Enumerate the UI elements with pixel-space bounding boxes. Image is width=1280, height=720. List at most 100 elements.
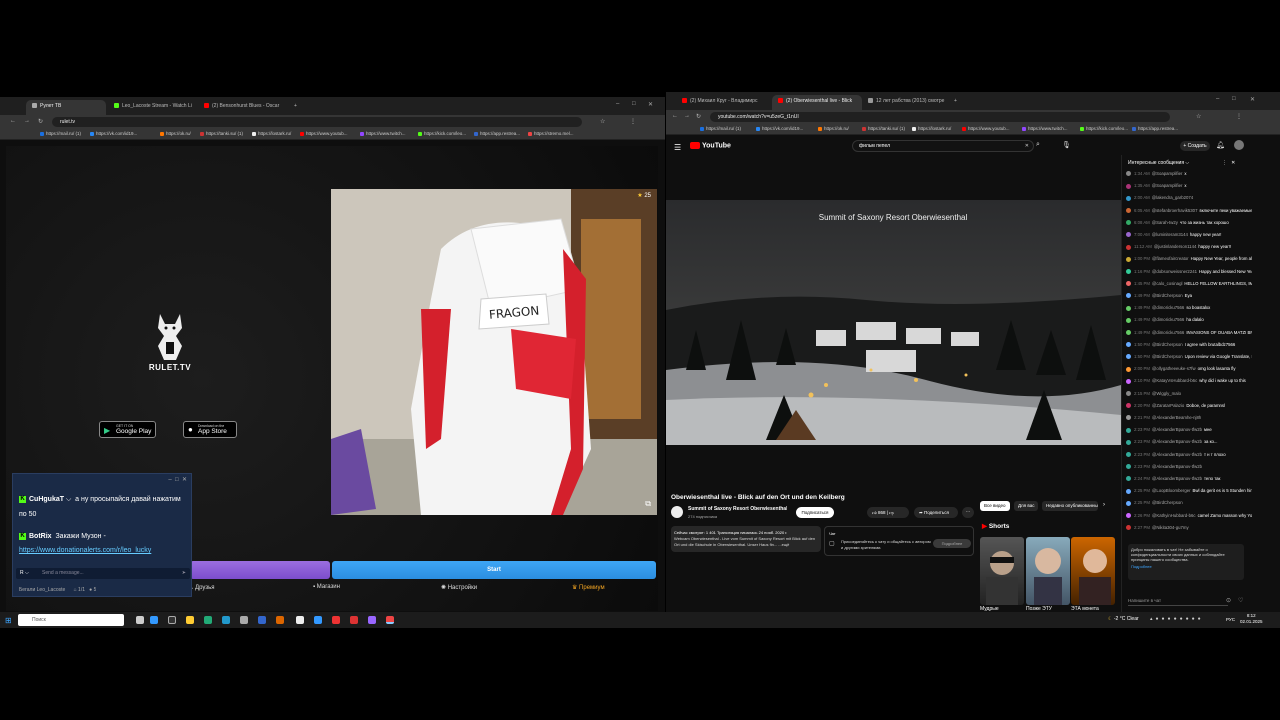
user-avatar[interactable] [1126,317,1131,323]
donation-link[interactable]: https://www.donationalerts.com/r/leo_luc… [19,547,151,554]
notifications-icon[interactable]: 🔔︎ [1216,141,1225,149]
user-avatar[interactable] [1126,305,1131,311]
app-icon[interactable] [276,616,284,624]
maximize-icon[interactable]: □ [1232,96,1236,102]
chip-for-you[interactable]: Для вас [1014,501,1039,511]
reload-icon[interactable]: ↻ [38,118,43,125]
user-avatar[interactable] [1126,256,1131,262]
tab-youtube-oscar[interactable]: (2) Bensonhurst Blues - Oscar [198,100,288,115]
bookmark-item[interactable]: https://www.youtub... [962,126,1010,131]
user-avatar[interactable] [1126,293,1131,299]
edge-icon[interactable] [150,616,158,624]
user-avatar[interactable] [1126,342,1131,348]
bookmark-item[interactable]: https://www.youtub... [300,131,348,136]
close-icon[interactable]: ✕ [1250,96,1255,103]
youtube-search-input[interactable]: фильм пепел ✕ [852,140,1034,152]
menu-icon[interactable]: ⋮ [1236,113,1242,120]
nav-shop[interactable]: ▪ Магазин [313,584,340,590]
user-avatar[interactable] [1126,171,1131,177]
back-icon[interactable]: ← [10,118,16,124]
tab-youtube-oberwiesenthal[interactable]: (2) Oberwiesenthal live - Blick [772,95,862,110]
subscribe-button[interactable]: Подписаться [796,507,834,518]
short-thumbnail[interactable] [980,537,1024,605]
tab-rulet[interactable]: Рулет ТВ [26,100,106,115]
chevron-right-icon[interactable]: › [1103,502,1105,508]
chat-mode-dropdown[interactable]: Интересные сообщения ⌵ [1128,160,1189,166]
search-icon[interactable]: ⌕ [1036,141,1040,149]
bookmark-item[interactable]: https://ok.ru/ [160,131,191,136]
telegram-icon[interactable] [222,616,230,624]
app-icon[interactable] [296,616,304,624]
user-avatar[interactable] [1126,476,1131,482]
google-play-badge[interactable]: ▶ GET IT ON Google Play [99,421,156,438]
bookmark-item[interactable]: https://tanki.su/ (1) [200,131,243,136]
bookmark-item[interactable]: https://app.restrea... [1132,126,1178,131]
start-button[interactable]: Start [332,561,656,579]
bookmark-item[interactable]: https://ok.ru/ [818,126,849,131]
right-address-bar[interactable]: youtube.com/watch?v=u5zeG_t1nUI [710,112,1170,122]
join-chat-button[interactable]: Подробнее [933,539,971,548]
hamburger-menu-icon[interactable]: ☰ [674,143,681,152]
forward-icon[interactable]: → [24,118,30,124]
bookmark-item[interactable]: https://www.twitch... [1022,126,1068,131]
user-avatar[interactable] [1126,390,1131,396]
bookmark-item[interactable]: https://vk.com/id19... [90,131,137,136]
folder-icon[interactable] [186,616,194,624]
app-icon[interactable] [204,616,212,624]
user-avatar[interactable] [1126,366,1131,372]
user-avatar[interactable] [1126,439,1131,445]
user-avatar[interactable] [1126,329,1131,335]
bookmark-star-icon[interactable]: ☆ [1196,113,1201,120]
user-avatar[interactable] [1126,220,1131,226]
user-avatar[interactable] [1126,378,1131,384]
app-icon[interactable] [314,616,322,624]
bookmark-item[interactable]: https://www.twitch... [360,131,406,136]
weather-widget[interactable]: ☾ -2 °C Clear [1108,616,1139,622]
clear-icon[interactable]: ✕ [1025,143,1029,150]
user-avatar[interactable] [1126,464,1131,470]
user-avatar[interactable] [1126,207,1131,213]
user-avatar[interactable] [1126,268,1131,274]
chat-header-controls[interactable]: ⋮ ✕ [1222,160,1235,166]
create-button[interactable]: + Создать [1180,141,1210,151]
stop-button[interactable] [190,561,330,579]
chat-input[interactable]: R ⌵ Send a message... ➤ [16,568,190,579]
bookmark-item[interactable]: https://mail.ru/ (1) [40,131,81,136]
opera-icon[interactable] [332,616,340,624]
youtube-logo[interactable]: YouTube [690,142,731,149]
bookmark-item[interactable]: https://kick.com/leo... [418,131,466,136]
emote-icon[interactable]: R ⌵ [20,570,29,577]
user-avatar[interactable] [1126,354,1131,360]
user-avatar[interactable] [1126,415,1131,421]
minimize-icon[interactable]: – [1216,96,1219,102]
bookmark-item[interactable]: https://vk.com/id19... [756,126,803,131]
send-icon[interactable]: ➤ [182,570,186,577]
terminal-icon[interactable] [168,616,176,624]
forward-icon[interactable]: → [684,113,690,119]
channel-name[interactable]: Summit of Saxony Resort Oberwiesenthal [688,506,787,513]
user-avatar[interactable] [1126,183,1131,189]
user-avatar[interactable] [1126,232,1131,238]
system-tray-icons[interactable]: ▴●●●●●●●● [1150,616,1204,622]
heart-icon[interactable]: ♡ [1238,597,1243,604]
short-thumbnail[interactable] [1071,537,1115,605]
bookmark-item[interactable]: https://lostark.ru/ [912,126,951,131]
language-indicator[interactable]: РУС [1226,617,1235,622]
close-icon[interactable]: ✕ [648,101,653,108]
chip-all-videos[interactable]: Все видео [980,501,1010,511]
minimize-icon[interactable]: – [616,101,619,107]
user-avatar[interactable] [1126,525,1131,531]
taskbar-search-input[interactable]: Поиск [18,614,124,626]
tab-movie[interactable]: 12 лет рабства (2013) смотре [862,95,952,110]
bookmark-item[interactable]: https://mail.ru/ (1) [700,126,741,131]
chat-input[interactable]: Напишите в чат [1128,595,1228,606]
app-icon[interactable] [258,616,266,624]
app-store-badge[interactable]: ● Download on the App Store [183,421,237,438]
user-avatar[interactable] [1126,451,1131,457]
money-icon[interactable]: ⊙ [1226,597,1231,604]
bookmark-item[interactable]: https://tanki.su/ (1) [862,126,905,131]
left-address-bar[interactable]: rulet.tv [52,117,582,127]
channel-avatar[interactable] [671,506,683,518]
notice-learn-more-link[interactable]: Подробнее [1131,564,1241,569]
task-view-icon[interactable] [136,616,144,624]
